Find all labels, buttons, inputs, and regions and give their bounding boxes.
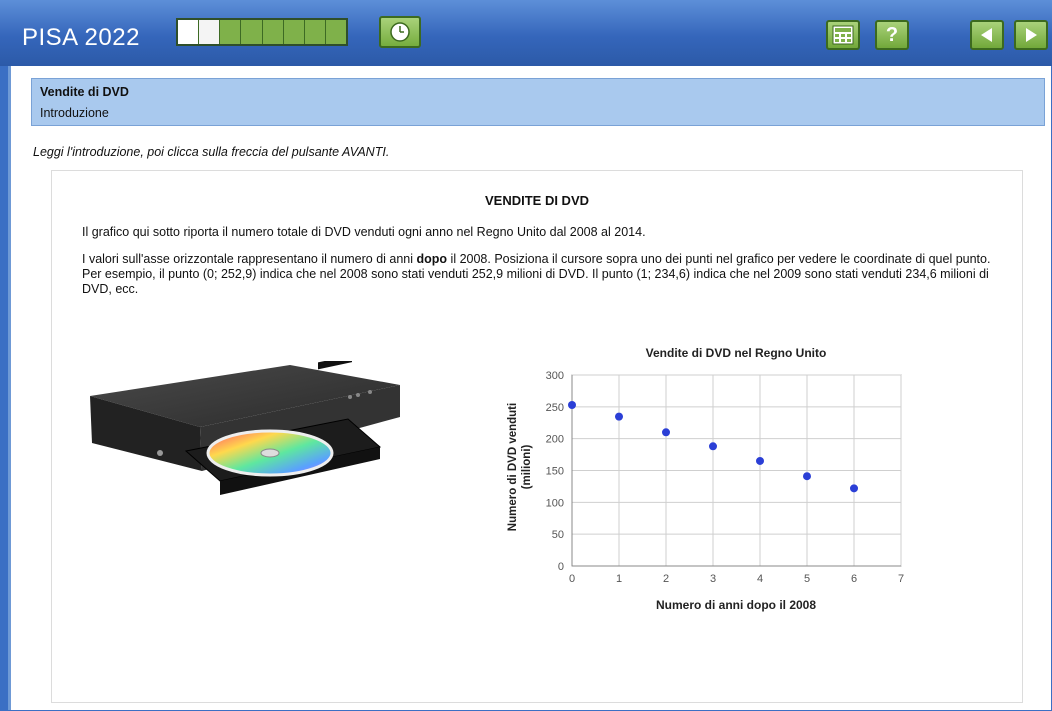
progress-segment — [325, 20, 346, 44]
x-tick-label: 7 — [898, 573, 904, 585]
arrow-right-icon — [1026, 28, 1037, 42]
data-point[interactable] — [709, 442, 717, 451]
y-axis-label-line1: Numero di DVD venduti — [507, 403, 519, 531]
data-point[interactable] — [615, 412, 623, 421]
progress-bar — [176, 18, 348, 46]
progress-segment — [283, 20, 305, 44]
progress-segment — [241, 20, 263, 44]
instruction-text: Leggi l'introduzione, poi clicca sulla f… — [33, 145, 390, 159]
arrow-left-icon — [981, 28, 992, 42]
unit-title: Vendite di DVD — [40, 85, 129, 99]
chart-grid — [571, 374, 902, 567]
app-title: PISA 2022 — [22, 24, 140, 51]
help-button[interactable]: ? — [875, 20, 909, 50]
x-tick-label: 5 — [804, 573, 810, 585]
y-tick-label: 250 — [546, 402, 564, 414]
y-tick-label: 150 — [546, 466, 564, 478]
dvd-player-illustration — [90, 361, 400, 495]
progress-segment — [262, 20, 284, 44]
calculator-button[interactable] — [826, 20, 860, 50]
data-point[interactable] — [662, 428, 670, 437]
x-axis-label: Numero di anni dopo il 2008 — [656, 598, 816, 612]
data-point[interactable] — [568, 400, 576, 409]
unit-subtitle: Introduzione — [40, 106, 109, 120]
progress-segment — [220, 20, 242, 44]
y-tick-label: 300 — [546, 370, 564, 382]
x-tick-label: 6 — [851, 573, 857, 585]
y-tick-label: 50 — [552, 529, 564, 541]
stimulus-title: VENDITE DI DVD — [484, 193, 589, 208]
scatter-chart: Vendite di DVD nel Regno Unito 050100150… — [507, 346, 904, 612]
y-tick-label: 200 — [546, 434, 564, 446]
clock-icon — [390, 22, 410, 42]
progress-segment — [199, 20, 221, 44]
progress-segment — [178, 20, 200, 44]
x-tick-label: 1 — [616, 573, 622, 585]
y-tick-label: 0 — [558, 561, 564, 573]
y-tick-label: 100 — [546, 497, 564, 509]
calculator-icon — [832, 25, 854, 45]
back-button[interactable] — [970, 20, 1004, 50]
top-bar: PISA 2022 ? — [0, 0, 1052, 66]
main-panel: Vendite di DVD Introduzione Leggi l'intr… — [8, 66, 1051, 710]
intro-paragraph: Il grafico qui sotto riporta il numero t… — [82, 225, 646, 239]
instruction-paragraph: I valori sull'asse orizzontale rappresen… — [82, 252, 991, 296]
timer-button[interactable] — [379, 16, 421, 48]
data-point[interactable] — [803, 472, 811, 481]
next-button[interactable] — [1014, 20, 1048, 50]
x-tick-label: 0 — [569, 573, 575, 585]
x-tick-label: 2 — [663, 573, 669, 585]
data-point[interactable] — [756, 456, 764, 465]
x-tick-label: 3 — [710, 573, 716, 585]
data-point[interactable] — [850, 484, 858, 493]
progress-segment — [304, 20, 326, 44]
help-icon: ? — [885, 23, 899, 46]
y-axis-label-line2: (milioni) — [521, 444, 533, 489]
x-tick-label: 4 — [757, 573, 763, 585]
stimulus-panel: VENDITE DI DVD Il grafico qui sotto ripo… — [51, 170, 1023, 703]
unit-header: Vendite di DVD Introduzione — [31, 78, 1045, 126]
chart-title: Vendite di DVD nel Regno Unito — [646, 346, 827, 360]
